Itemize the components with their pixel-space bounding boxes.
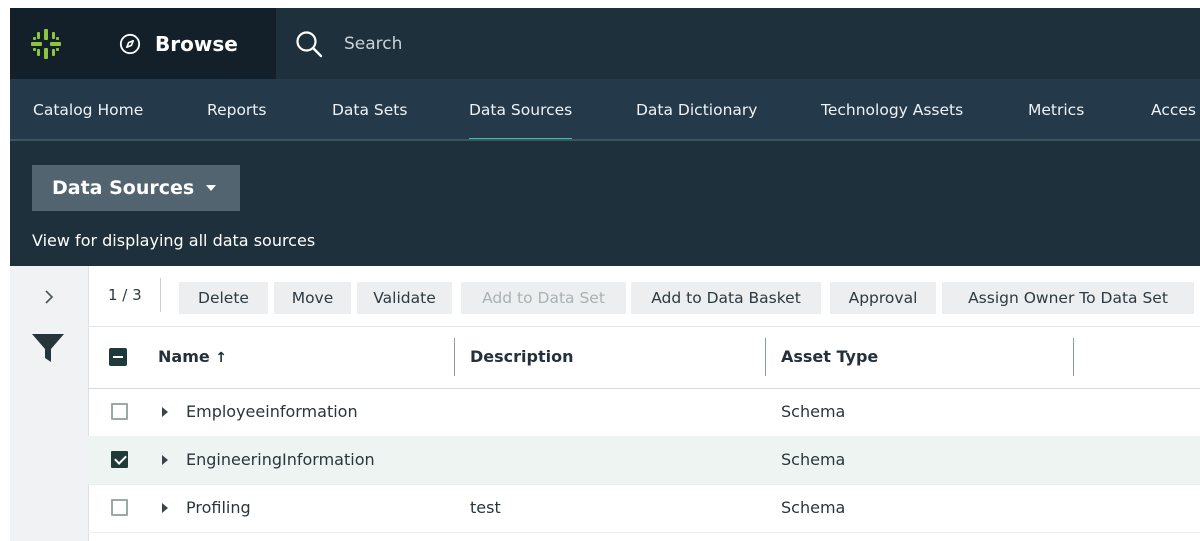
view-selector-dropdown[interactable]: Data Sources	[32, 165, 240, 211]
table-row[interactable]: EngineeringInformation Schema	[88, 436, 1200, 485]
view-title: Data Sources	[52, 177, 195, 199]
row-checkbox[interactable]	[111, 451, 128, 468]
search-area	[276, 8, 646, 79]
select-all-checkbox[interactable]	[109, 348, 127, 366]
nav-item-access[interactable]: Acces	[1151, 79, 1196, 141]
caret-down-icon	[206, 185, 217, 191]
assign-owner-button[interactable]: Assign Owner To Data Set	[942, 282, 1194, 314]
cell-name: EngineeringInformation	[186, 450, 375, 469]
page-indicator: 1 / 3	[108, 286, 142, 304]
nav-item-metrics[interactable]: Metrics	[1028, 79, 1084, 141]
search-icon[interactable]	[294, 29, 324, 59]
validate-button[interactable]: Validate	[357, 282, 452, 314]
cell-description: test	[470, 498, 501, 517]
view-description: View for displaying all data sources	[32, 231, 316, 250]
cell-name: Profiling	[186, 498, 251, 517]
nav-item-data-sets[interactable]: Data Sets	[332, 79, 407, 141]
move-button[interactable]: Move	[274, 282, 351, 314]
sort-ascending-icon: ↑	[215, 350, 228, 366]
nav-item-data-dictionary[interactable]: Data Dictionary	[636, 79, 757, 141]
column-header-name[interactable]: Name ↑	[158, 326, 227, 388]
expand-row-icon[interactable]	[162, 503, 168, 513]
cell-asset-type: Schema	[781, 450, 846, 469]
row-checkbox[interactable]	[111, 403, 128, 420]
search-input[interactable]	[342, 32, 646, 55]
nav-item-data-sources[interactable]: Data Sources	[469, 79, 573, 141]
column-resize-handle[interactable]	[1073, 338, 1074, 376]
nav-item-catalog-home[interactable]: Catalog Home	[33, 79, 143, 141]
logo-icon[interactable]	[10, 8, 81, 79]
row-checkbox[interactable]	[111, 499, 128, 516]
content-area: 1 / 3 Delete Move Validate Add to Data S…	[10, 266, 1200, 541]
table-row[interactable]: Profiling test Schema	[88, 484, 1200, 533]
add-to-data-basket-button[interactable]: Add to Data Basket	[631, 282, 821, 314]
table-row[interactable]: Employeeinformation Schema	[88, 388, 1200, 437]
action-toolbar: 1 / 3 Delete Move Validate Add to Data S…	[88, 266, 1200, 327]
view-header: Data Sources View for displaying all dat…	[10, 141, 1200, 266]
cell-asset-type: Schema	[781, 402, 846, 421]
side-panel	[10, 266, 89, 541]
column-header-asset-type[interactable]: Asset Type	[781, 326, 878, 388]
add-to-data-set-button[interactable]: Add to Data Set	[461, 282, 626, 314]
chevron-right-icon[interactable]	[42, 288, 56, 306]
top-bar: Browse	[10, 8, 1200, 79]
delete-button[interactable]: Delete	[179, 282, 268, 314]
approval-button[interactable]: Approval	[830, 282, 936, 314]
column-resize-handle[interactable]	[765, 338, 766, 376]
table-header: Name ↑ Description Asset Type	[88, 326, 1200, 389]
cell-asset-type: Schema	[781, 498, 846, 517]
toolbar-separator	[160, 278, 161, 312]
nav-bar: Catalog Home Reports Data Sets Data Sour…	[10, 79, 1200, 141]
expand-row-icon[interactable]	[162, 407, 168, 417]
browse-menu[interactable]: Browse	[81, 8, 276, 79]
filter-icon[interactable]	[30, 332, 66, 364]
column-resize-handle[interactable]	[454, 338, 455, 376]
browse-label: Browse	[155, 31, 238, 56]
app-window: Browse Catalog Home Reports Data Sets Da…	[10, 8, 1200, 541]
compass-icon	[119, 33, 141, 54]
nav-item-reports[interactable]: Reports	[207, 79, 266, 141]
expand-row-icon[interactable]	[162, 455, 168, 465]
column-name-label: Name	[158, 347, 210, 366]
nav-item-technology-assets[interactable]: Technology Assets	[821, 79, 963, 141]
column-header-description[interactable]: Description	[470, 326, 573, 388]
cell-name: Employeeinformation	[186, 402, 358, 421]
